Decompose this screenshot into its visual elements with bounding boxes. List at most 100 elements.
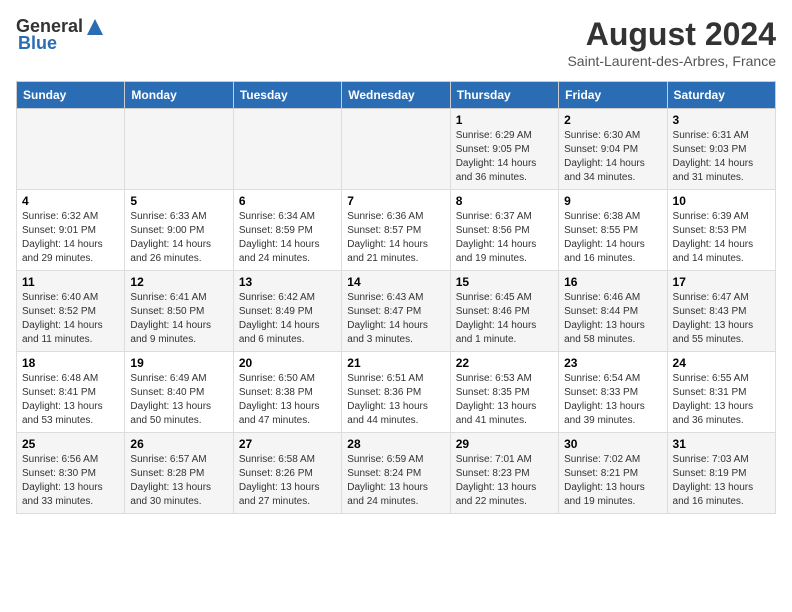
day-info: Sunrise: 6:59 AMSunset: 8:24 PMDaylight:… (347, 453, 444, 509)
calendar-cell: 14 Sunrise: 6:43 AMSunset: 8:47 PMDayligh… (342, 271, 450, 352)
logo-blue: Blue (18, 33, 57, 54)
day-info: Sunrise: 6:50 AMSunset: 8:38 PMDaylight:… (239, 372, 336, 428)
calendar-cell: 21 Sunrise: 6:51 AMSunset: 8:36 PMDayligh… (342, 352, 450, 433)
logo: General Blue (16, 16, 105, 54)
day-number: 28 (347, 437, 444, 451)
calendar-cell (125, 109, 233, 190)
day-info: Sunrise: 6:56 AMSunset: 8:30 PMDaylight:… (22, 453, 119, 509)
day-number: 8 (456, 194, 553, 208)
day-number: 13 (239, 275, 336, 289)
page-subtitle: Saint-Laurent-des-Arbres, France (567, 53, 776, 69)
day-info: Sunrise: 6:43 AMSunset: 8:47 PMDaylight:… (347, 291, 444, 347)
day-info: Sunrise: 6:47 AMSunset: 8:43 PMDaylight:… (673, 291, 770, 347)
calendar-cell (233, 109, 341, 190)
calendar-cell: 3 Sunrise: 6:31 AMSunset: 9:03 PMDaylight… (667, 109, 775, 190)
calendar-cell: 13 Sunrise: 6:42 AMSunset: 8:49 PMDayligh… (233, 271, 341, 352)
header-thursday: Thursday (450, 82, 558, 109)
calendar-cell: 7Sunrise: 6:36 AMSunset: 8:57 PMDaylight… (342, 190, 450, 271)
day-info: Sunrise: 6:42 AMSunset: 8:49 PMDaylight:… (239, 291, 336, 347)
calendar-cell: 6Sunrise: 6:34 AMSunset: 8:59 PMDaylight… (233, 190, 341, 271)
day-number: 3 (673, 113, 770, 127)
day-info: Sunrise: 6:45 AMSunset: 8:46 PMDaylight:… (456, 291, 553, 347)
day-number: 11 (22, 275, 119, 289)
day-number: 7 (347, 194, 444, 208)
day-number: 22 (456, 356, 553, 370)
day-info: Sunrise: 6:34 AMSunset: 8:59 PMDaylight:… (239, 210, 336, 266)
header-tuesday: Tuesday (233, 82, 341, 109)
calendar-week-row: 11 Sunrise: 6:40 AMSunset: 8:52 PMDayligh… (17, 271, 776, 352)
header-wednesday: Wednesday (342, 82, 450, 109)
day-info: Sunrise: 7:03 AMSunset: 8:19 PMDaylight:… (673, 453, 770, 509)
calendar-week-row: 1Sunrise: 6:29 AMSunset: 9:05 PMDaylight… (17, 109, 776, 190)
header-friday: Friday (559, 82, 667, 109)
day-number: 30 (564, 437, 661, 451)
day-info: Sunrise: 7:02 AMSunset: 8:21 PMDaylight:… (564, 453, 661, 509)
calendar-cell: 8 Sunrise: 6:37 AMSunset: 8:56 PMDaylight… (450, 190, 558, 271)
day-number: 17 (673, 275, 770, 289)
day-number: 2 (564, 113, 661, 127)
day-info: Sunrise: 6:58 AMSunset: 8:26 PMDaylight:… (239, 453, 336, 509)
calendar-cell: 2 Sunrise: 6:30 AMSunset: 9:04 PMDaylight… (559, 109, 667, 190)
calendar-cell: 20Sunrise: 6:50 AMSunset: 8:38 PMDayligh… (233, 352, 341, 433)
calendar-cell: 18 Sunrise: 6:48 AMSunset: 8:41 PMDayligh… (17, 352, 125, 433)
day-number: 16 (564, 275, 661, 289)
calendar-table: Sunday Monday Tuesday Wednesday Thursday… (16, 81, 776, 514)
title-area: August 2024 Saint-Laurent-des-Arbres, Fr… (567, 16, 776, 69)
header-saturday: Saturday (667, 82, 775, 109)
calendar-cell: 1Sunrise: 6:29 AMSunset: 9:05 PMDaylight… (450, 109, 558, 190)
calendar-header-row: Sunday Monday Tuesday Wednesday Thursday… (17, 82, 776, 109)
day-number: 12 (130, 275, 227, 289)
day-info: Sunrise: 6:53 AMSunset: 8:35 PMDaylight:… (456, 372, 553, 428)
calendar-week-row: 4 Sunrise: 6:32 AMSunset: 9:01 PMDaylight… (17, 190, 776, 271)
header-sunday: Sunday (17, 82, 125, 109)
day-info: Sunrise: 6:51 AMSunset: 8:36 PMDaylight:… (347, 372, 444, 428)
day-number: 21 (347, 356, 444, 370)
day-info: Sunrise: 6:46 AMSunset: 8:44 PMDaylight:… (564, 291, 661, 347)
calendar-week-row: 18 Sunrise: 6:48 AMSunset: 8:41 PMDayligh… (17, 352, 776, 433)
calendar-cell: 9 Sunrise: 6:38 AMSunset: 8:55 PMDaylight… (559, 190, 667, 271)
calendar-cell: 15Sunrise: 6:45 AMSunset: 8:46 PMDayligh… (450, 271, 558, 352)
calendar-cell: 30 Sunrise: 7:02 AMSunset: 8:21 PMDayligh… (559, 433, 667, 514)
day-info: Sunrise: 6:33 AMSunset: 9:00 PMDaylight:… (130, 210, 227, 266)
day-number: 24 (673, 356, 770, 370)
calendar-cell (342, 109, 450, 190)
day-info: Sunrise: 6:38 AMSunset: 8:55 PMDaylight:… (564, 210, 661, 266)
day-number: 14 (347, 275, 444, 289)
day-number: 18 (22, 356, 119, 370)
day-info: Sunrise: 6:30 AMSunset: 9:04 PMDaylight:… (564, 129, 661, 185)
calendar-cell: 16 Sunrise: 6:46 AMSunset: 8:44 PMDayligh… (559, 271, 667, 352)
day-number: 29 (456, 437, 553, 451)
day-info: Sunrise: 7:01 AMSunset: 8:23 PMDaylight:… (456, 453, 553, 509)
calendar-cell (17, 109, 125, 190)
calendar-cell: 22 Sunrise: 6:53 AMSunset: 8:35 PMDayligh… (450, 352, 558, 433)
calendar-cell: 24Sunrise: 6:55 AMSunset: 8:31 PMDayligh… (667, 352, 775, 433)
calendar-cell: 19Sunrise: 6:49 AMSunset: 8:40 PMDayligh… (125, 352, 233, 433)
calendar-cell: 17 Sunrise: 6:47 AMSunset: 8:43 PMDayligh… (667, 271, 775, 352)
day-info: Sunrise: 6:54 AMSunset: 8:33 PMDaylight:… (564, 372, 661, 428)
day-info: Sunrise: 6:41 AMSunset: 8:50 PMDaylight:… (130, 291, 227, 347)
calendar-cell: 4 Sunrise: 6:32 AMSunset: 9:01 PMDaylight… (17, 190, 125, 271)
calendar-cell: 5Sunrise: 6:33 AMSunset: 9:00 PMDaylight… (125, 190, 233, 271)
page-title: August 2024 (567, 16, 776, 53)
calendar-cell: 29 Sunrise: 7:01 AMSunset: 8:23 PMDayligh… (450, 433, 558, 514)
day-info: Sunrise: 6:40 AMSunset: 8:52 PMDaylight:… (22, 291, 119, 347)
day-info: Sunrise: 6:31 AMSunset: 9:03 PMDaylight:… (673, 129, 770, 185)
calendar-week-row: 25 Sunrise: 6:56 AMSunset: 8:30 PMDayligh… (17, 433, 776, 514)
day-number: 27 (239, 437, 336, 451)
day-number: 10 (673, 194, 770, 208)
calendar-cell: 26 Sunrise: 6:57 AMSunset: 8:28 PMDayligh… (125, 433, 233, 514)
day-number: 26 (130, 437, 227, 451)
day-info: Sunrise: 6:37 AMSunset: 8:56 PMDaylight:… (456, 210, 553, 266)
day-info: Sunrise: 6:39 AMSunset: 8:53 PMDaylight:… (673, 210, 770, 266)
logo-icon (85, 17, 105, 37)
day-number: 9 (564, 194, 661, 208)
day-info: Sunrise: 6:49 AMSunset: 8:40 PMDaylight:… (130, 372, 227, 428)
calendar-cell: 10 Sunrise: 6:39 AMSunset: 8:53 PMDayligh… (667, 190, 775, 271)
day-info: Sunrise: 6:48 AMSunset: 8:41 PMDaylight:… (22, 372, 119, 428)
day-number: 4 (22, 194, 119, 208)
day-number: 25 (22, 437, 119, 451)
day-number: 23 (564, 356, 661, 370)
calendar-cell: 31Sunrise: 7:03 AMSunset: 8:19 PMDayligh… (667, 433, 775, 514)
day-info: Sunrise: 6:57 AMSunset: 8:28 PMDaylight:… (130, 453, 227, 509)
day-info: Sunrise: 6:32 AMSunset: 9:01 PMDaylight:… (22, 210, 119, 266)
